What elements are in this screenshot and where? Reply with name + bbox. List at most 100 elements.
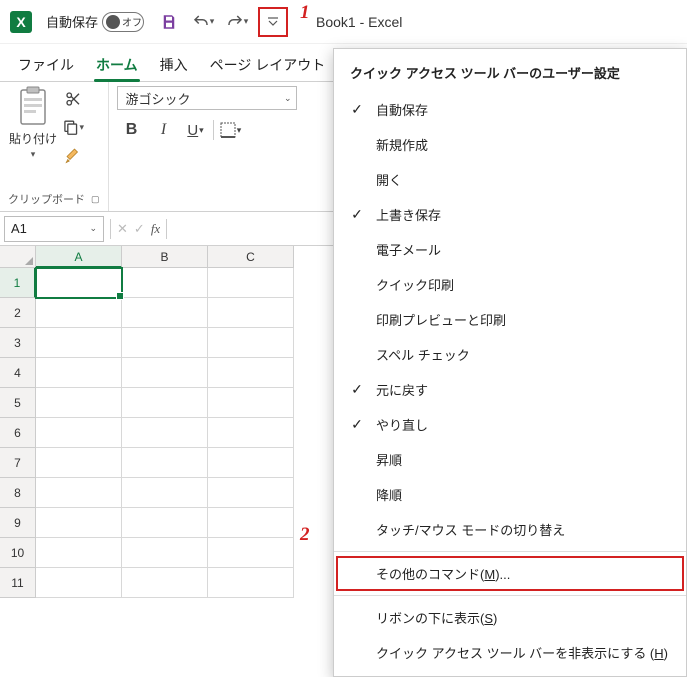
- clipboard-dialog-launcher[interactable]: ▢: [91, 194, 100, 205]
- tab-file[interactable]: ファイル: [8, 49, 84, 81]
- cell[interactable]: [36, 328, 122, 358]
- cell[interactable]: [208, 358, 294, 388]
- cell[interactable]: [208, 568, 294, 598]
- divider: [213, 120, 214, 140]
- menu-item-label: 電子メール: [376, 240, 441, 259]
- clipboard-icon: [15, 86, 51, 128]
- borders-button[interactable]: ▾: [216, 116, 246, 144]
- cell[interactable]: [122, 358, 208, 388]
- cell[interactable]: [208, 418, 294, 448]
- annotation-1: 1: [300, 2, 310, 24]
- italic-button[interactable]: I: [149, 116, 179, 144]
- paste-button[interactable]: 貼り付け ▾: [8, 86, 58, 166]
- menu-item[interactable]: 開く: [334, 162, 686, 197]
- menu-item-label: 昇順: [376, 450, 402, 469]
- cell[interactable]: [36, 508, 122, 538]
- cell[interactable]: [122, 388, 208, 418]
- cell[interactable]: [36, 388, 122, 418]
- cell[interactable]: [208, 328, 294, 358]
- chevron-down-icon: ▾: [31, 149, 36, 160]
- cell[interactable]: [36, 538, 122, 568]
- menu-item[interactable]: 新規作成: [334, 127, 686, 162]
- cell[interactable]: [122, 268, 208, 298]
- row-header[interactable]: 11: [0, 568, 36, 598]
- cell[interactable]: [208, 298, 294, 328]
- row-header[interactable]: 10: [0, 538, 36, 568]
- underline-button[interactable]: U▾: [181, 116, 211, 144]
- tab-home[interactable]: ホーム: [86, 49, 148, 81]
- font-name-selector[interactable]: 游ゴシック ⌄: [117, 86, 297, 110]
- cell[interactable]: [36, 418, 122, 448]
- cell[interactable]: [208, 538, 294, 568]
- row-header[interactable]: 9: [0, 508, 36, 538]
- scissors-icon: [64, 90, 82, 108]
- menu-item[interactable]: ✓自動保存: [334, 92, 686, 127]
- menu-item-label: やり直し: [376, 415, 428, 434]
- menu-item[interactable]: タッチ/マウス モードの切り替え: [334, 512, 686, 547]
- redo-button[interactable]: ▾: [224, 9, 250, 35]
- copy-button[interactable]: ▾: [62, 116, 84, 138]
- menu-item[interactable]: クイック印刷: [334, 267, 686, 302]
- cell[interactable]: [208, 268, 294, 298]
- tab-page-layout[interactable]: ページ レイアウト: [200, 49, 336, 81]
- undo-button[interactable]: ▾: [190, 9, 216, 35]
- cell[interactable]: [122, 568, 208, 598]
- row-header[interactable]: 8: [0, 478, 36, 508]
- menu-item-show-below-ribbon[interactable]: リボンの下に表示(S): [334, 600, 686, 635]
- menu-item[interactable]: スペル チェック: [334, 337, 686, 372]
- column-header[interactable]: C: [208, 246, 294, 268]
- cell[interactable]: [208, 448, 294, 478]
- menu-item[interactable]: 降順: [334, 477, 686, 512]
- tab-insert[interactable]: 挿入: [150, 49, 198, 81]
- column-header[interactable]: B: [122, 246, 208, 268]
- row-header[interactable]: 1: [0, 268, 36, 298]
- menu-item[interactable]: 昇順: [334, 442, 686, 477]
- row-header[interactable]: 6: [0, 418, 36, 448]
- cell[interactable]: [36, 448, 122, 478]
- clipboard-group-label: クリップボード: [8, 191, 85, 207]
- cell[interactable]: [122, 508, 208, 538]
- cut-button[interactable]: [62, 88, 84, 110]
- name-box[interactable]: A1 ⌄: [4, 216, 104, 242]
- borders-icon: [220, 122, 236, 138]
- menu-item-more-commands[interactable]: その他のコマンド(M)...: [336, 556, 684, 591]
- row-header[interactable]: 5: [0, 388, 36, 418]
- menu-item[interactable]: 印刷プレビューと印刷: [334, 302, 686, 337]
- cell[interactable]: [36, 268, 122, 298]
- cell[interactable]: [122, 478, 208, 508]
- cell[interactable]: [36, 298, 122, 328]
- menu-item[interactable]: ✓元に戻す: [334, 372, 686, 407]
- menu-item[interactable]: 電子メール: [334, 232, 686, 267]
- insert-function-button[interactable]: fx: [151, 221, 160, 237]
- cell[interactable]: [36, 358, 122, 388]
- format-painter-button[interactable]: [62, 144, 84, 166]
- row-header[interactable]: 4: [0, 358, 36, 388]
- cancel-formula-icon[interactable]: ✕: [117, 221, 128, 237]
- enter-formula-icon[interactable]: ✓: [134, 221, 145, 237]
- customize-qat-button[interactable]: [258, 7, 288, 37]
- save-button[interactable]: [156, 9, 182, 35]
- customize-qat-menu: クイック アクセス ツール バーのユーザー設定 ✓自動保存新規作成開く✓上書き保…: [333, 48, 687, 677]
- cell[interactable]: [122, 328, 208, 358]
- select-all-corner[interactable]: [0, 246, 36, 268]
- cell[interactable]: [122, 298, 208, 328]
- cell[interactable]: [208, 508, 294, 538]
- menu-item[interactable]: ✓上書き保存: [334, 197, 686, 232]
- row-header[interactable]: 3: [0, 328, 36, 358]
- menu-item-label: 元に戻す: [376, 380, 428, 399]
- row-header[interactable]: 2: [0, 298, 36, 328]
- cell[interactable]: [122, 448, 208, 478]
- cell[interactable]: [122, 538, 208, 568]
- cell[interactable]: [36, 478, 122, 508]
- column-header[interactable]: A: [36, 246, 122, 268]
- window-title: Book1 - Excel: [316, 14, 402, 30]
- cell[interactable]: [36, 568, 122, 598]
- cell[interactable]: [122, 418, 208, 448]
- menu-item[interactable]: ✓やり直し: [334, 407, 686, 442]
- cell[interactable]: [208, 388, 294, 418]
- row-header[interactable]: 7: [0, 448, 36, 478]
- menu-item-label: クイック印刷: [376, 275, 454, 294]
- autosave-toggle[interactable]: 自動保存 オフ: [46, 12, 144, 32]
- cell[interactable]: [208, 478, 294, 508]
- bold-button[interactable]: B: [117, 116, 147, 144]
